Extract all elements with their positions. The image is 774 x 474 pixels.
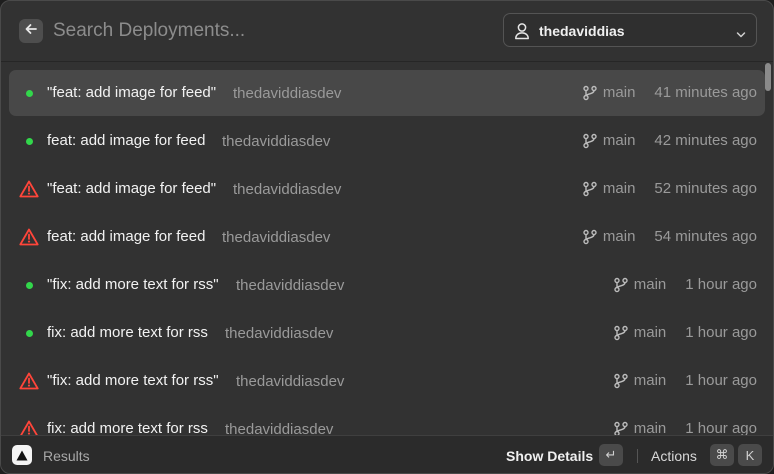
warning-icon <box>18 178 40 200</box>
warning-icon <box>18 418 40 435</box>
git-branch-icon <box>582 85 603 101</box>
deployment-branch: main <box>602 180 636 197</box>
deployment-author: thedaviddiasdev <box>222 229 331 246</box>
success-dot-icon <box>18 130 40 152</box>
user-icon <box>514 22 530 45</box>
deployments-window: thedaviddias "feat: add image for feed" t… <box>0 0 774 474</box>
success-dot-icon <box>18 322 40 344</box>
git-branch-icon <box>582 229 603 245</box>
command-key-icon: ⌘ <box>710 444 734 466</box>
git-branch-icon <box>613 421 634 435</box>
deployment-row[interactable]: feat: add image for feed thedaviddiasdev m… <box>9 118 765 164</box>
deployment-meta: main 1 hour ago <box>613 372 757 389</box>
deployment-branch: main <box>633 324 667 341</box>
deployment-meta: main 1 hour ago <box>613 324 757 341</box>
deployment-branch: main <box>633 276 667 293</box>
enter-key-icon: ↵ <box>599 444 623 466</box>
deployment-time: 42 minutes ago <box>654 132 757 149</box>
deployment-author: thedaviddiasdev <box>236 277 345 294</box>
deployment-title: feat: add image for feed <box>47 228 206 245</box>
divider <box>637 449 638 463</box>
deployment-time: 1 hour ago <box>685 372 757 389</box>
deployment-time: 54 minutes ago <box>654 228 757 245</box>
deployment-time: 1 hour ago <box>685 276 757 293</box>
action-bar: Results Show Details ↵ Actions ⌘ K <box>1 435 773 473</box>
deployment-title: "feat: add image for feed" <box>47 84 217 101</box>
deployment-time: 41 minutes ago <box>654 84 757 101</box>
deployment-meta: main 1 hour ago <box>613 276 757 293</box>
deployment-row[interactable]: "fix: add more text for rss" thedaviddias… <box>9 262 765 308</box>
deployment-meta: main 54 minutes ago <box>582 228 757 245</box>
results-label: Results <box>43 448 90 464</box>
git-branch-icon <box>613 373 634 389</box>
deployment-time: 1 hour ago <box>685 324 757 341</box>
deployment-branch: main <box>602 132 636 149</box>
deployment-title: "feat: add image for feed" <box>47 180 217 197</box>
account-label: thedaviddias <box>539 23 625 39</box>
arrow-left-icon <box>24 22 38 41</box>
deployment-author: thedaviddiasdev <box>225 325 334 342</box>
success-dot-icon <box>18 82 40 104</box>
deployment-title: "fix: add more text for rss" <box>47 276 219 293</box>
deployment-author: thedaviddiasdev <box>236 373 345 390</box>
deployment-title: "fix: add more text for rss" <box>47 372 219 389</box>
success-dot-icon <box>18 274 40 296</box>
deployment-row[interactable]: "fix: add more text for rss" thedaviddias… <box>9 358 765 404</box>
warning-icon <box>18 370 40 392</box>
search-bar: thedaviddias <box>1 1 773 62</box>
deployment-row[interactable]: "feat: add image for feed" thedaviddiasde… <box>9 166 765 212</box>
deployment-title: fix: add more text for rss <box>47 324 208 341</box>
deployment-row[interactable]: fix: add more text for rss thedaviddiasde… <box>9 406 765 435</box>
deployment-time: 52 minutes ago <box>654 180 757 197</box>
vercel-logo-icon <box>12 445 32 465</box>
deployment-branch: main <box>602 228 636 245</box>
deployment-branch: main <box>602 84 636 101</box>
deployment-title: fix: add more text for rss <box>47 420 208 435</box>
git-branch-icon <box>613 277 634 293</box>
deployment-meta: main 41 minutes ago <box>582 84 757 101</box>
deployment-meta: main 42 minutes ago <box>582 132 757 149</box>
deployment-author: thedaviddiasdev <box>233 181 342 198</box>
scrollbar-thumb[interactable] <box>765 63 771 91</box>
account-dropdown[interactable]: thedaviddias <box>503 13 757 47</box>
warning-icon <box>18 226 40 248</box>
deployment-row[interactable]: feat: add image for feed thedaviddiasdev m… <box>9 214 765 260</box>
show-details-button[interactable]: Show Details <box>506 448 593 464</box>
deployment-time: 1 hour ago <box>685 420 757 435</box>
chevron-down-icon <box>736 26 746 44</box>
deployment-row[interactable]: "feat: add image for feed" thedaviddiasde… <box>9 70 765 116</box>
git-branch-icon <box>613 325 634 341</box>
deployment-row[interactable]: fix: add more text for rss thedaviddiasde… <box>9 310 765 356</box>
deployment-meta: main 52 minutes ago <box>582 180 757 197</box>
deployment-list: "feat: add image for feed" thedaviddiasde… <box>1 62 773 435</box>
actions-button[interactable]: Actions <box>651 448 697 464</box>
deployment-meta: main 1 hour ago <box>613 420 757 435</box>
k-key-icon: K <box>738 444 762 466</box>
git-branch-icon <box>582 181 603 197</box>
deployment-author: thedaviddiasdev <box>233 85 342 102</box>
deployment-author: thedaviddiasdev <box>222 133 331 150</box>
git-branch-icon <box>582 133 603 149</box>
deployment-branch: main <box>633 420 667 435</box>
deployment-title: feat: add image for feed <box>47 132 206 149</box>
deployment-author: thedaviddiasdev <box>225 421 334 435</box>
back-button[interactable] <box>19 19 43 43</box>
search-input[interactable] <box>53 17 473 45</box>
deployment-branch: main <box>633 372 667 389</box>
